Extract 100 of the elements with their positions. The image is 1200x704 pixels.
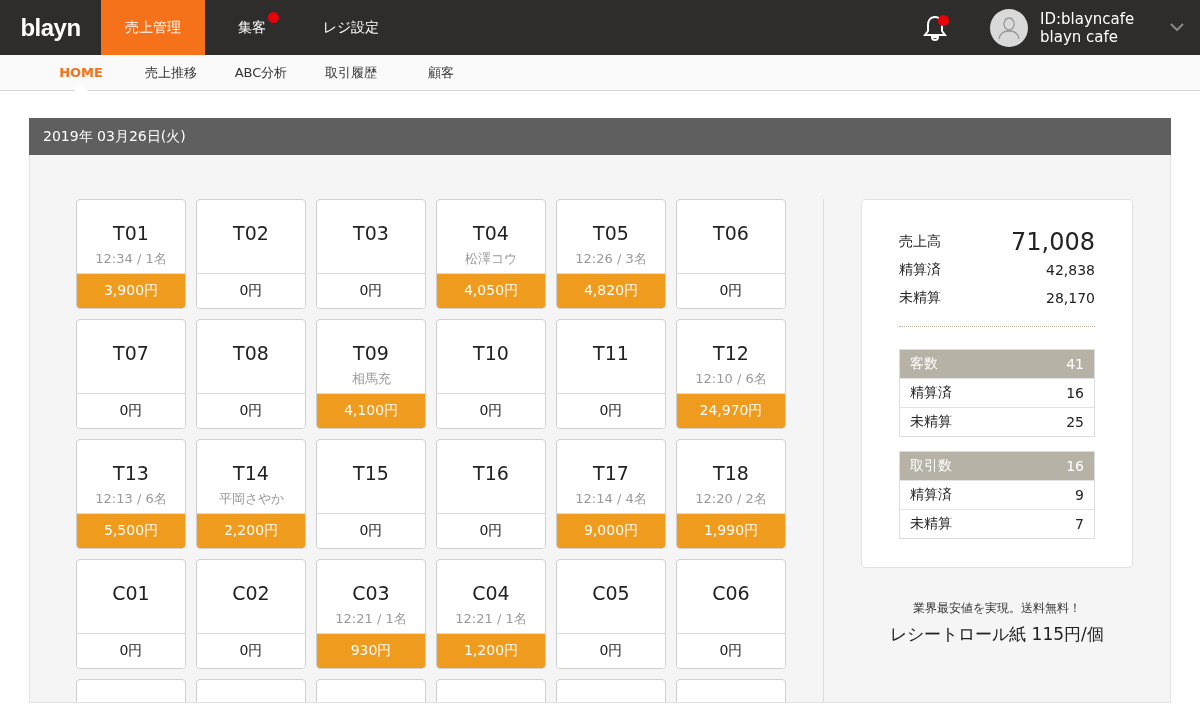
bell-icon[interactable] — [922, 13, 948, 42]
table-amount: 2,200円 — [197, 514, 305, 548]
table-name: T03 — [353, 222, 389, 244]
summary-value: 7 — [1075, 516, 1084, 532]
table-amount: 4,100円 — [317, 394, 425, 428]
table-info: 12:34 / 1名 — [95, 250, 167, 268]
summary-label: 未精算 — [910, 413, 952, 431]
table-info: 12:21 / 1名 — [455, 610, 527, 628]
table-name: T04 — [473, 222, 509, 244]
table-info: 相馬充 — [351, 370, 391, 388]
summary-value: 71,008 — [1011, 228, 1095, 256]
summary-label: 精算済 — [910, 384, 952, 402]
table-card[interactable]: T02 0円 — [196, 199, 306, 309]
table-name: T14 — [233, 462, 269, 484]
promo-link[interactable]: レシートロール紙 115円/個 — [861, 623, 1133, 646]
summary-label: 未精算 — [910, 515, 952, 533]
summary-value: 28,170 — [1046, 290, 1095, 306]
table-card[interactable]: T13 12:13 / 6名 5,500円 — [76, 439, 186, 549]
table-name: T16 — [473, 462, 509, 484]
table-name: T08 — [233, 342, 269, 364]
table-card[interactable]: C03 12:21 / 1名 930円 — [316, 559, 426, 669]
table-card[interactable]: T09 相馬充 4,100円 — [316, 319, 426, 429]
table-amount: 5,500円 — [77, 514, 185, 548]
nav-tab[interactable]: 集客 — [205, 0, 299, 55]
table-amount: 4,820円 — [557, 274, 665, 308]
table-card[interactable]: T11 0円 — [556, 319, 666, 429]
nav-tab[interactable]: レジ設定 — [299, 0, 403, 55]
table-name: C01 — [112, 582, 150, 604]
summary-label: 未精算 — [899, 289, 941, 307]
table-name: T13 — [113, 462, 149, 484]
table-card[interactable]: C06 0円 — [676, 559, 786, 669]
table-name: C03 — [352, 582, 390, 604]
table-card[interactable]: T15 0円 — [316, 439, 426, 549]
table-card[interactable]: T07 0円 — [76, 319, 186, 429]
table-amount: 930円 — [317, 634, 425, 668]
table-card[interactable]: T10 0円 — [436, 319, 546, 429]
table-name: T05 — [593, 222, 629, 244]
table-amount: 1,200円 — [437, 634, 545, 668]
table-info: 12:20 / 2名 — [695, 490, 767, 508]
table-card[interactable]: T01 12:34 / 1名 3,900円 — [76, 199, 186, 309]
table-amount: 24,970円 — [677, 394, 785, 428]
group-label: 取引数 — [910, 457, 952, 475]
table-card[interactable]: C02 0円 — [196, 559, 306, 669]
logo[interactable]: blayn — [0, 0, 101, 55]
account-name: blayn cafe — [1040, 27, 1119, 46]
table-amount: 4,050円 — [437, 274, 545, 308]
table-card[interactable]: T08 0円 — [196, 319, 306, 429]
table-name: T07 — [113, 342, 149, 364]
summary-value: 16 — [1066, 385, 1084, 401]
date-header: 2019年 03月26日(火) — [29, 118, 1171, 155]
table-card[interactable]: T03 0円 — [316, 199, 426, 309]
table-card[interactable]: T16 0円 — [436, 439, 546, 549]
summary-label: 精算済 — [899, 261, 941, 279]
chevron-down-icon[interactable] — [1170, 23, 1184, 32]
summary-value: 9 — [1075, 487, 1084, 503]
sub-tab[interactable]: 取引履歴 — [306, 55, 396, 90]
sub-tab[interactable]: 顧客 — [396, 55, 486, 90]
table-name: T09 — [353, 342, 389, 364]
table-card[interactable]: C05 0円 — [556, 559, 666, 669]
group-value: 16 — [1066, 458, 1084, 474]
table-card[interactable]: C04 12:21 / 1名 1,200円 — [436, 559, 546, 669]
promo-text: 業界最安値を実現。送料無料！ — [912, 600, 1082, 617]
group-value: 41 — [1066, 356, 1084, 372]
table-name: T10 — [473, 342, 509, 364]
summary-value: 25 — [1066, 414, 1084, 430]
table-info: 平岡さやか — [218, 490, 284, 508]
table-card[interactable]: T05 12:26 / 3名 4,820円 — [556, 199, 666, 309]
table-name: C06 — [712, 582, 750, 604]
table-card[interactable]: T17 12:14 / 4名 9,000円 — [556, 439, 666, 549]
table-card[interactable]: T12 12:10 / 6名 24,970円 — [676, 319, 786, 429]
summary-label: 売上高 — [899, 233, 941, 251]
table-info: 12:21 / 1名 — [335, 610, 407, 628]
table-name: T01 — [113, 222, 149, 244]
table-name: C05 — [592, 582, 630, 604]
table-name: T06 — [713, 222, 749, 244]
avatar-icon[interactable] — [990, 8, 1028, 47]
table-card[interactable]: T14 平岡さやか 2,200円 — [196, 439, 306, 549]
table-card[interactable]: T04 松澤コウ 4,050円 — [436, 199, 546, 309]
table-card[interactable]: T18 12:20 / 2名 1,990円 — [676, 439, 786, 549]
table-name: T02 — [233, 222, 269, 244]
table-amount: 1,990円 — [677, 514, 785, 548]
table-info: 松澤コウ — [465, 250, 517, 268]
group-label: 客数 — [910, 355, 938, 373]
table-name: T18 — [713, 462, 749, 484]
table-amount: 3,900円 — [77, 274, 185, 308]
sub-tab[interactable]: 売上推移 — [126, 55, 216, 90]
table-amount: 9,000円 — [557, 514, 665, 548]
summary-value: 42,838 — [1046, 262, 1095, 278]
table-info: 12:13 / 6名 — [95, 490, 167, 508]
table-name: T17 — [593, 462, 629, 484]
table-card[interactable]: T06 0円 — [676, 199, 786, 309]
table-card[interactable]: C01 0円 — [76, 559, 186, 669]
table-name: T11 — [593, 342, 629, 364]
table-name: T15 — [353, 462, 389, 484]
table-name: C02 — [232, 582, 270, 604]
table-info: 12:14 / 4名 — [575, 490, 647, 508]
table-name: C04 — [472, 582, 510, 604]
table-info: 12:26 / 3名 — [575, 250, 647, 268]
summary-label: 精算済 — [910, 486, 952, 504]
sub-tab[interactable]: ABC分析 — [216, 55, 306, 90]
